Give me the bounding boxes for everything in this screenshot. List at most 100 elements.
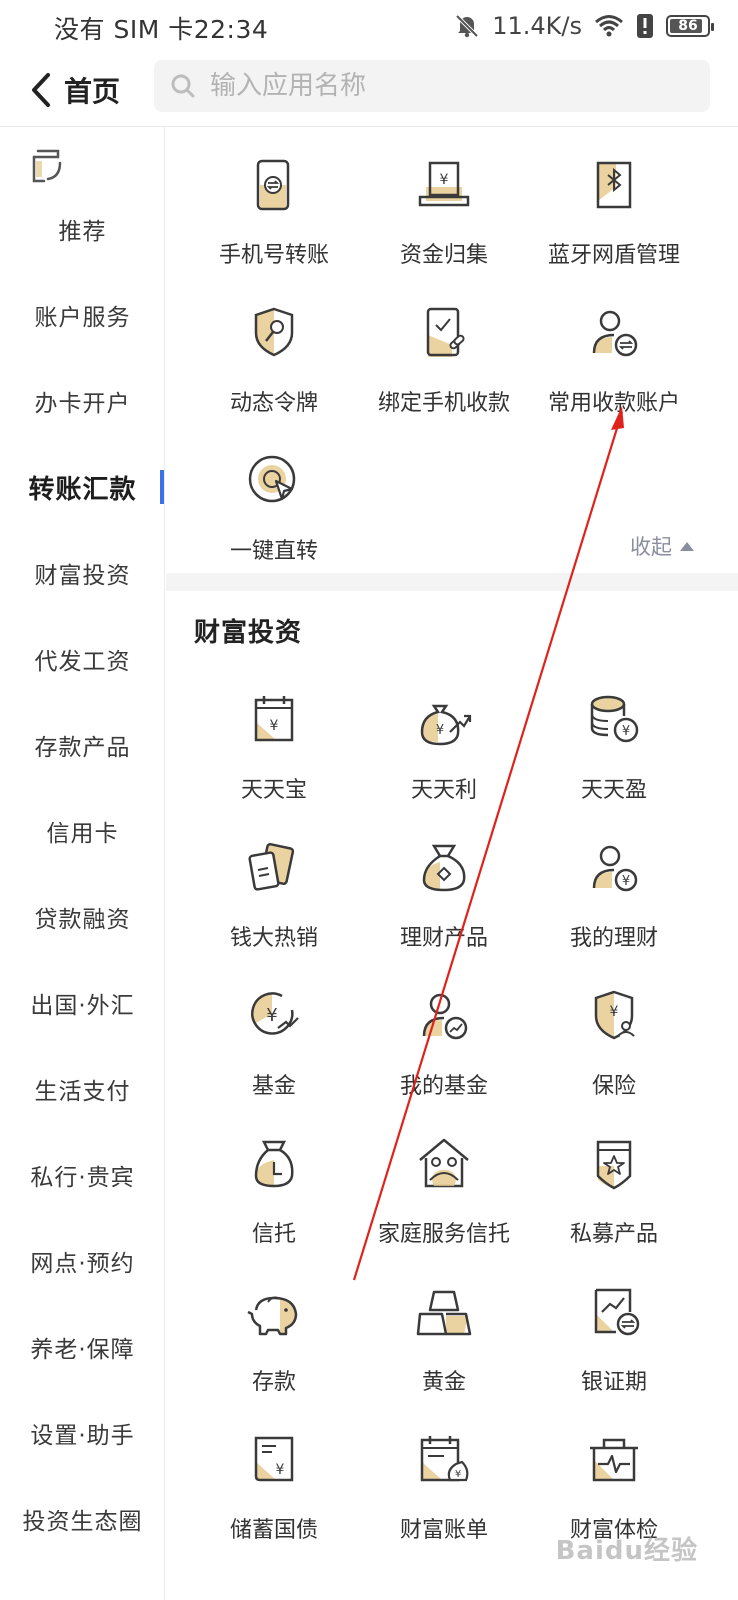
bank-securities-icon: [594, 1288, 640, 1336]
sidebar-item-card-open[interactable]: 办卡开户: [0, 371, 165, 431]
svg-text:¥: ¥: [622, 874, 630, 889]
status-icons: 11.4K/s 86: [454, 10, 714, 42]
search-icon: [171, 74, 195, 98]
grid-label: 天天盈: [580, 778, 647, 803]
battery-indicator: 86: [666, 15, 714, 37]
insurance-shield-icon: ¥: [594, 990, 635, 1040]
grid-item-gold[interactable]: 黄金: [358, 1284, 530, 1414]
gold-bars-icon: [416, 1290, 472, 1336]
chevron-left-icon: [32, 73, 50, 107]
network-speed: 11.4K/s: [492, 12, 582, 40]
sidebar-item-transfer[interactable]: 转账汇款: [0, 457, 165, 517]
grid-item-phone-transfer[interactable]: 手机号转账: [188, 157, 360, 287]
status-sim-time: 没有 SIM 卡22:34: [54, 15, 269, 44]
grid-item-tiantianying[interactable]: ¥ 天天盈: [528, 692, 700, 822]
grid-item-treasury-bond[interactable]: ¥ 储蓄国债: [188, 1432, 360, 1562]
wifi-icon: [595, 15, 623, 37]
wealth-checkup-icon: [590, 1438, 638, 1482]
grid-item-payee-account[interactable]: 常用收款账户: [528, 305, 700, 435]
dynamic-token-icon: [254, 307, 294, 357]
family-trust-icon: [419, 1138, 469, 1188]
fund-coin-icon: ¥: [251, 992, 299, 1035]
grid-item-my-wealth[interactable]: ¥ 我的理财: [528, 840, 700, 970]
sidebar-item-account[interactable]: 账户服务: [0, 285, 165, 345]
grid-item-bind-phone[interactable]: 绑定手机收款: [358, 305, 530, 435]
fund-collection-icon: ¥: [418, 161, 470, 207]
collapse-button[interactable]: 收起: [630, 531, 694, 561]
money-bag-icon: [422, 844, 466, 892]
bluetooth-shield-icon: [596, 161, 632, 209]
payee-account-icon: [592, 310, 638, 357]
grid-item-my-fund[interactable]: 我的基金: [358, 988, 530, 1118]
user-yuan-icon: ¥: [592, 845, 638, 892]
grid-item-private-fund[interactable]: 私募产品: [528, 1136, 700, 1266]
back-button[interactable]: 首页: [28, 68, 120, 112]
sidebar-item-pension[interactable]: 养老·保障: [0, 1317, 165, 1377]
grid-item-dynamic-token[interactable]: 动态令牌: [188, 305, 360, 435]
sidebar-item-wealth[interactable]: 财富投资: [0, 543, 165, 603]
sidebar-item-recommend[interactable]: 推荐: [0, 199, 165, 259]
section-title-wealth: 财富投资: [194, 618, 303, 648]
section-divider: [166, 573, 738, 591]
one-click-transfer-icon: [248, 455, 296, 503]
alert-icon: [637, 14, 653, 38]
grid-item-wealth-products[interactable]: 理财产品: [358, 840, 530, 970]
edit-menu-icon[interactable]: [30, 147, 66, 187]
sidebar-item-loan[interactable]: 贷款融资: [0, 887, 165, 947]
grid-label: 银证期: [580, 1370, 647, 1395]
svg-text:¥: ¥: [440, 172, 449, 188]
sidebar-active-indicator: [160, 470, 164, 504]
grid-item-tiantianbao[interactable]: ¥ 天天宝: [188, 692, 360, 822]
svg-text:¥: ¥: [455, 1469, 461, 1480]
grid-label: 私募产品: [569, 1222, 658, 1247]
money-bag-growth-icon: ¥: [420, 704, 472, 746]
chevron-up-icon: [680, 541, 694, 551]
grid-item-deposit[interactable]: 存款: [188, 1284, 360, 1414]
grid-item-trust[interactable]: 信托: [188, 1136, 360, 1266]
sidebar-item-payroll[interactable]: 代发工资: [0, 629, 165, 689]
status-bar: 没有 SIM 卡22:34 11.4K/s 86: [0, 0, 738, 52]
header: 首页: [0, 56, 738, 126]
search-bar[interactable]: [154, 60, 710, 112]
sidebar-item-settings[interactable]: 设置·助手: [0, 1403, 165, 1463]
grid-item-one-click-transfer[interactable]: 一键直转: [188, 453, 360, 583]
sidebar-item-forex[interactable]: 出国·外汇: [0, 973, 165, 1033]
svg-text:¥: ¥: [266, 1005, 277, 1026]
sidebar-item-branch[interactable]: 网点·预约: [0, 1231, 165, 1291]
grid-label: 我的理财: [569, 926, 658, 951]
mute-bell-icon: [455, 14, 479, 38]
grid-label: 常用收款账户: [547, 391, 680, 416]
svg-text:¥: ¥: [622, 724, 630, 739]
sidebar-item-credit-card[interactable]: 信用卡: [0, 801, 165, 861]
watermark: Baidu经验: [555, 1536, 698, 1566]
grid-label: 保险: [591, 1074, 636, 1099]
grid-label: 一键直转: [229, 539, 318, 564]
grid-item-bank-securities[interactable]: 银证期: [528, 1284, 700, 1414]
grid-item-bluetooth-shield[interactable]: 蓝牙网盾管理: [528, 157, 700, 287]
sidebar-item-invest-eco[interactable]: 投资生态圈: [0, 1489, 165, 1549]
back-label: 首页: [64, 75, 121, 108]
wealth-bill-icon: ¥: [420, 1436, 469, 1482]
sidebar-item-life-pay[interactable]: 生活支付: [0, 1059, 165, 1119]
grid-item-tiantianli[interactable]: ¥ 天天利: [358, 692, 530, 822]
grid-item-wealth-bill[interactable]: ¥ 财富账单: [358, 1432, 530, 1562]
collapse-label: 收起: [630, 535, 672, 559]
grid-item-fund-collection[interactable]: ¥ 资金归集: [358, 157, 530, 287]
search-input[interactable]: [210, 71, 670, 101]
cards-hot-sale-icon: [248, 842, 295, 891]
user-chart-icon: [422, 993, 468, 1040]
grid-item-fund[interactable]: ¥ 基金: [188, 988, 360, 1118]
coin-stack-icon: ¥: [590, 695, 639, 743]
phone-transfer-icon: [256, 159, 290, 211]
main-content: 手机号转账 ¥ 资金归集 蓝牙网盾管理 动态令牌 绑定手机收款 常用收款账户 一…: [166, 127, 738, 1600]
sidebar-item-private-bank[interactable]: 私行·贵宾: [0, 1145, 165, 1205]
sidebar-item-deposit[interactable]: 存款产品: [0, 715, 165, 775]
svg-text:¥: ¥: [270, 718, 279, 734]
grid-label: 蓝牙网盾管理: [547, 243, 680, 268]
trust-bag-icon: [254, 1140, 294, 1188]
grid-item-insurance[interactable]: ¥ 保险: [528, 988, 700, 1118]
grid-item-family-trust[interactable]: 家庭服务信托: [358, 1136, 530, 1266]
category-sidebar: 推荐 账户服务 办卡开户 转账汇款 财富投资 代发工资 存款产品 信用卡 贷款融…: [0, 127, 165, 1600]
grid-item-qianda-hot[interactable]: 钱大热销: [188, 840, 360, 970]
calendar-yuan-icon: ¥: [254, 696, 294, 742]
